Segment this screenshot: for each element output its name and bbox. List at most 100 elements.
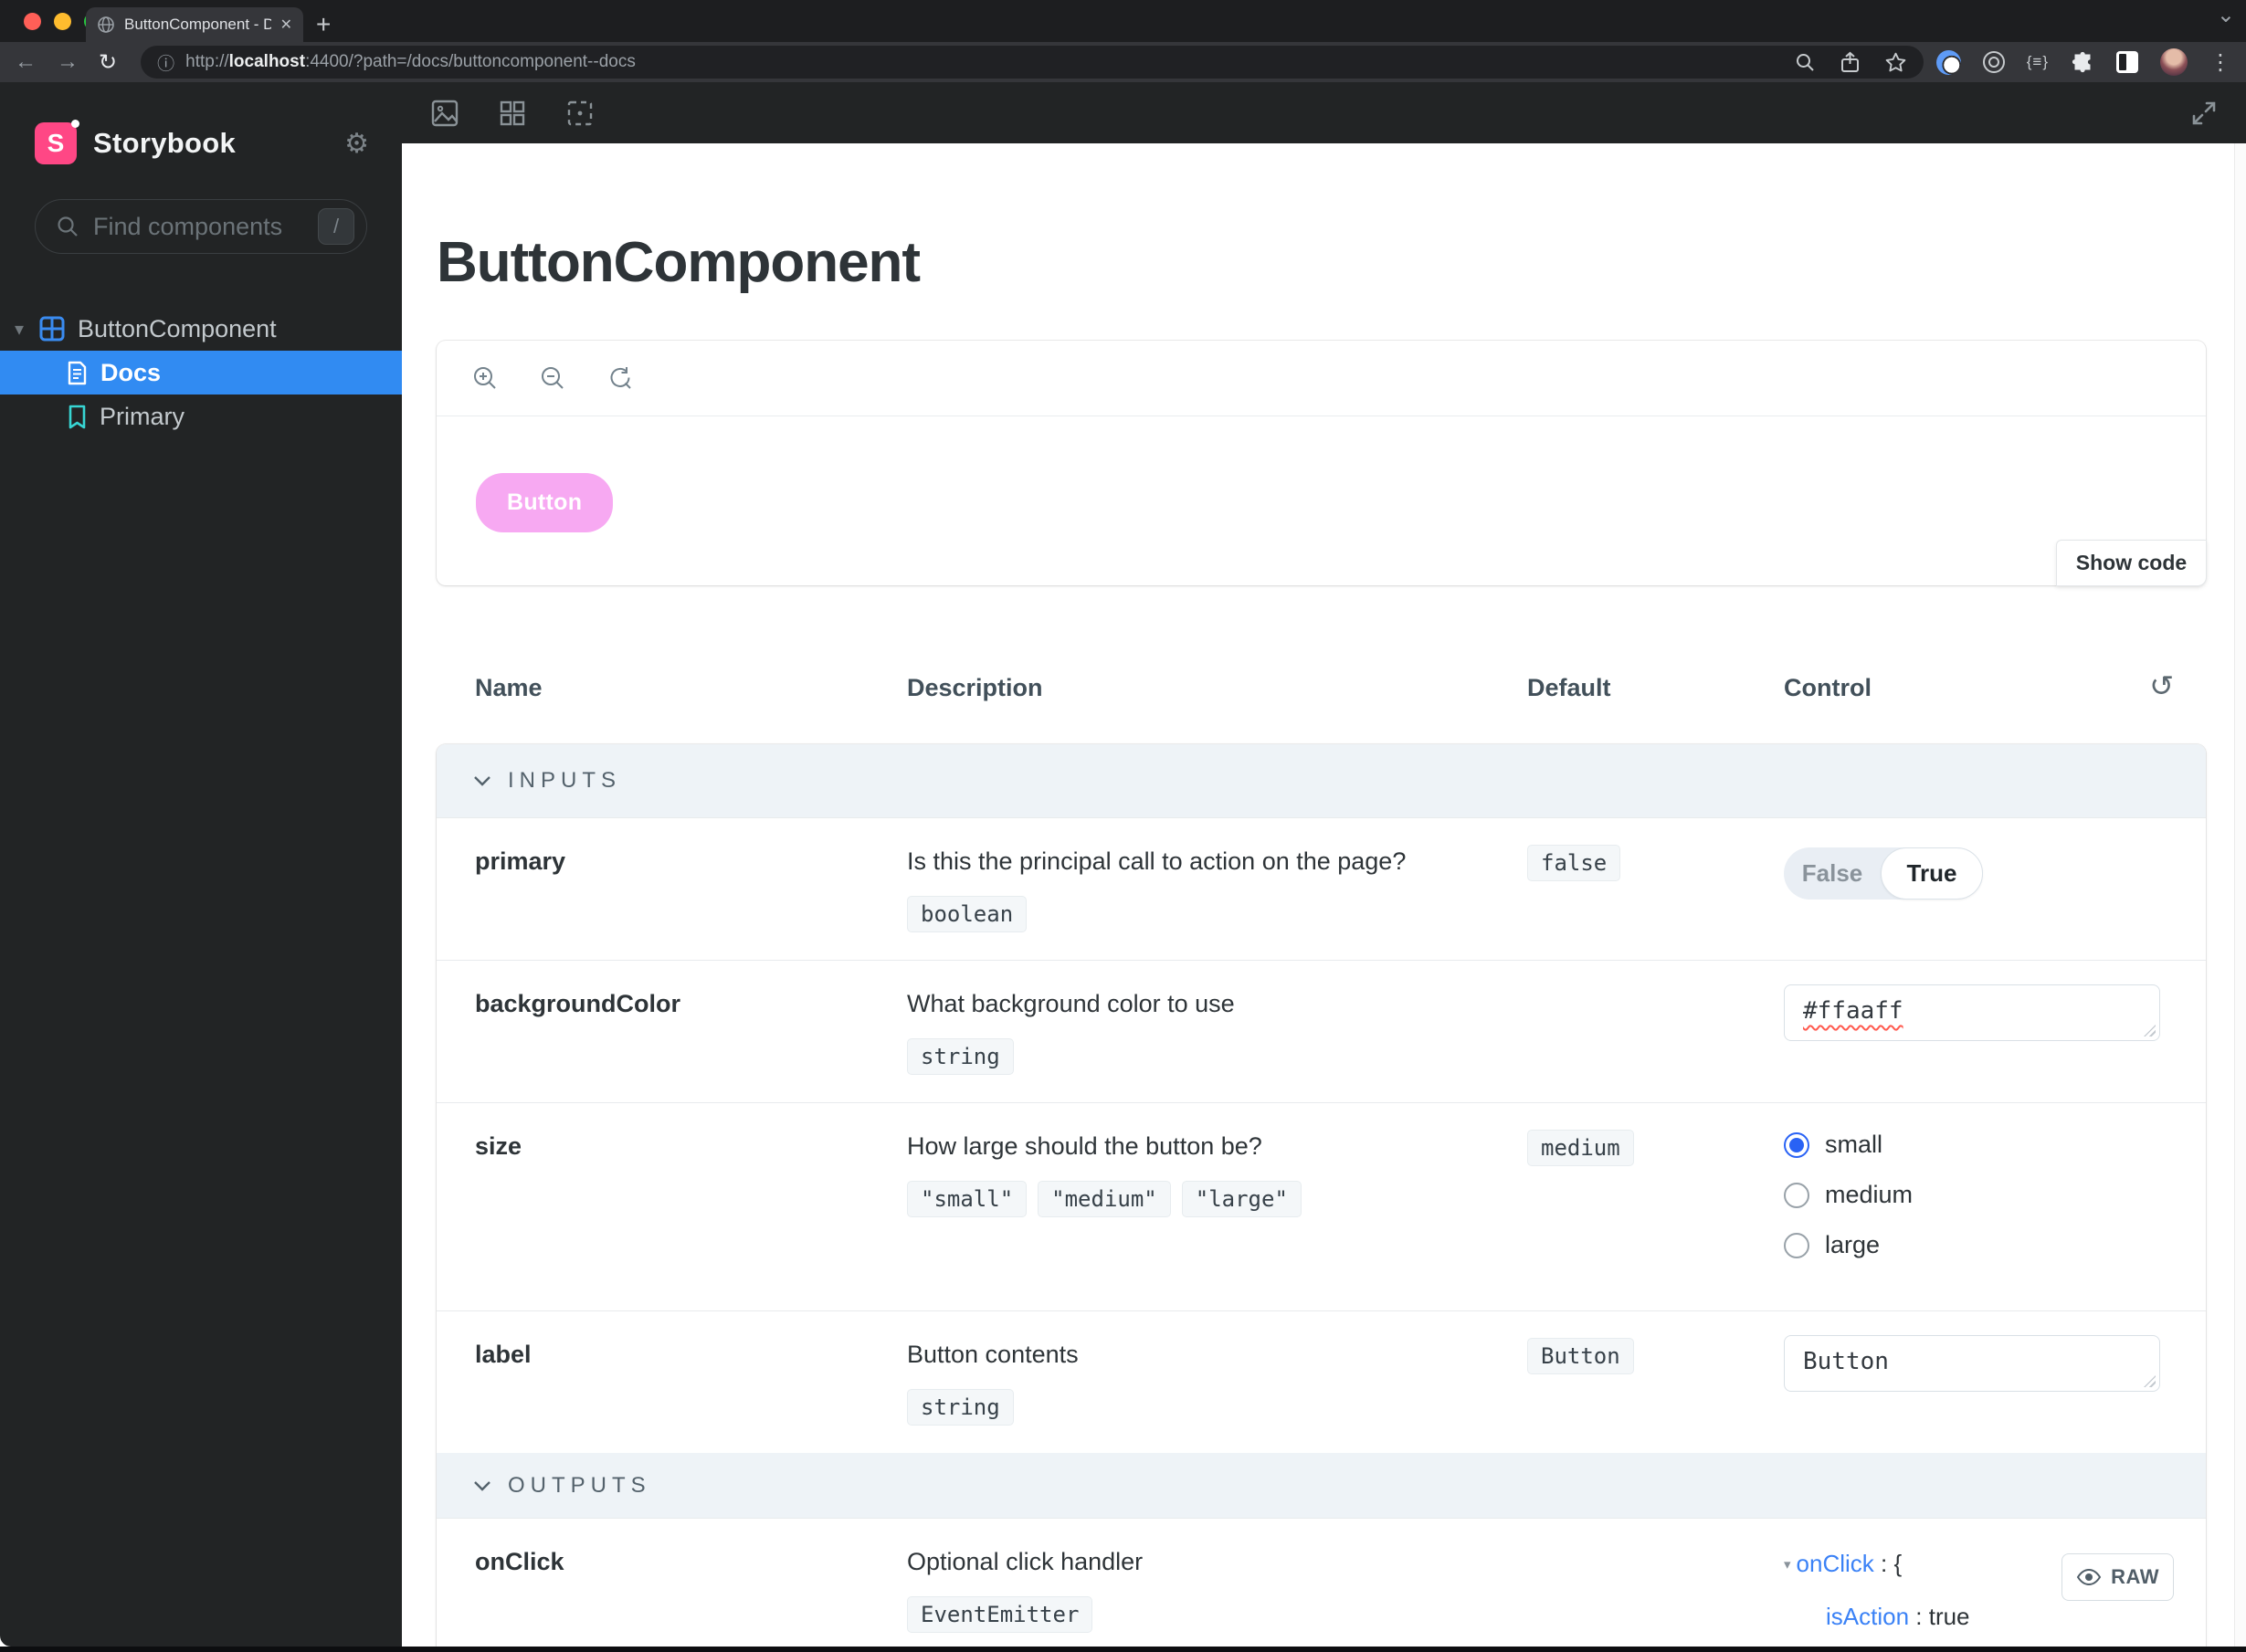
table-row-backgroundcolor: backgroundColor What background color to… xyxy=(437,960,2206,1102)
tab-search-chevron-icon[interactable]: ⌄ xyxy=(2217,2,2235,28)
eye-icon xyxy=(2076,1568,2102,1586)
section-outputs[interactable]: OUTPUTS xyxy=(437,1453,2206,1518)
preview-button[interactable]: Button xyxy=(476,473,614,532)
image-tool-icon[interactable] xyxy=(429,98,460,129)
default-chip: Button xyxy=(1527,1338,1634,1374)
site-info-icon[interactable]: ⓘ xyxy=(157,50,174,75)
zoom-reset-icon[interactable] xyxy=(606,364,634,392)
zoom-in-icon[interactable] xyxy=(471,364,499,392)
new-tab-button[interactable]: + xyxy=(316,7,331,42)
radio-option-medium[interactable]: medium xyxy=(1784,1181,2188,1209)
story-tree: ▾ ButtonComponent Docs Primary xyxy=(0,307,402,438)
storybook-app: S Storybook ⚙ Find components / ▾ Button… xyxy=(0,82,2246,1647)
reset-controls-icon[interactable]: ↺ xyxy=(2149,668,2174,703)
tab-close-icon[interactable]: ✕ xyxy=(280,16,292,34)
expander-caret-icon[interactable]: ▾ xyxy=(15,318,37,341)
measure-tool-icon[interactable] xyxy=(564,98,596,129)
browser-tab[interactable]: ButtonComponent - Docs · St ✕ xyxy=(86,7,303,42)
browser-menu-icon[interactable]: ⋮ xyxy=(2209,49,2231,76)
radio-icon[interactable] xyxy=(1784,1232,1809,1258)
window-close-button[interactable] xyxy=(24,13,41,30)
canvas-toolbar xyxy=(402,82,2246,143)
page-title: ButtonComponent xyxy=(437,231,921,294)
radio-label: large xyxy=(1825,1231,1881,1258)
type-option-chip: "large" xyxy=(1181,1181,1302,1217)
label-input[interactable]: Button xyxy=(1784,1335,2160,1392)
globe-favicon-icon xyxy=(98,16,114,33)
brand-title: Storybook xyxy=(93,127,236,159)
section-label: OUTPUTS xyxy=(508,1472,651,1498)
scrollbar[interactable] xyxy=(2234,143,2246,1647)
puzzle-extensions-icon[interactable] xyxy=(2071,50,2094,74)
tab-title: ButtonComponent - Docs · St xyxy=(124,16,271,33)
default-chip: false xyxy=(1527,845,1621,881)
window-bottom-edge xyxy=(0,1647,2246,1652)
section-inputs[interactable]: INPUTS xyxy=(437,744,2206,817)
braces-extension-icon[interactable]: {≡} xyxy=(2027,53,2049,71)
column-header-default: Default xyxy=(1527,674,1611,701)
backgroundcolor-input[interactable]: #ffaaff xyxy=(1784,984,2160,1041)
toggle-true-label[interactable]: True xyxy=(1881,847,1983,900)
table-row-onclick: onClick Optional click handler EventEmit… xyxy=(437,1518,2206,1647)
sidebar-item-docs[interactable]: Docs xyxy=(0,351,402,395)
docs-canvas: ButtonComponent Button Show code Name De… xyxy=(402,143,2246,1647)
bookmark-star-icon[interactable] xyxy=(1884,51,1907,74)
table-row-primary: primary Is this the principal call to ac… xyxy=(437,817,2206,960)
story-preview-panel: Button Show code xyxy=(437,341,2207,586)
table-row-size: size How large should the button be? "sm… xyxy=(437,1102,2206,1310)
window-minimize-button[interactable] xyxy=(54,13,71,30)
arg-description: Button contents xyxy=(907,1341,1079,1368)
extension-icons: {≡} ⋮ xyxy=(1935,48,2231,76)
arg-name: label xyxy=(475,1341,532,1368)
raw-toggle-button[interactable]: RAW xyxy=(2061,1553,2174,1601)
search-icon xyxy=(58,216,78,237)
column-header-description: Description xyxy=(907,674,1043,701)
radio-option-large[interactable]: large xyxy=(1784,1231,2188,1259)
back-icon[interactable]: ← xyxy=(15,49,37,75)
chevron-down-icon xyxy=(474,776,490,786)
grid-tool-icon[interactable] xyxy=(497,98,528,129)
raw-label: RAW xyxy=(2111,1565,2159,1588)
tree-caret-icon[interactable]: ▾ xyxy=(1784,1557,1791,1573)
sidebar-toggle-icon[interactable] xyxy=(2116,51,2138,73)
url-text: http://localhost:4400/?path=/docs/button… xyxy=(185,52,636,71)
sidebar-item-label: ButtonComponent xyxy=(78,314,277,342)
reload-icon[interactable]: ↻ xyxy=(99,49,117,76)
type-chip: EventEmitter xyxy=(907,1596,1093,1633)
radio-icon[interactable] xyxy=(1784,1131,1809,1158)
arg-name: primary xyxy=(475,847,566,875)
clock-extension-icon[interactable] xyxy=(1935,49,1961,75)
zoom-page-icon[interactable] xyxy=(1795,52,1816,73)
component-icon xyxy=(39,316,65,342)
address-bar[interactable]: ⓘ http://localhost:4400/?path=/docs/butt… xyxy=(141,46,1924,79)
arg-name: onClick xyxy=(475,1548,564,1575)
argstable-header: Name Description Default Control ↺ xyxy=(437,669,2206,702)
share-icon[interactable] xyxy=(1840,51,1861,74)
main-area: ButtonComponent Button Show code Name De… xyxy=(402,82,2246,1647)
bookmark-icon xyxy=(69,405,86,428)
toggle-false-label[interactable]: False xyxy=(1784,847,1881,900)
column-header-name: Name xyxy=(475,674,543,701)
arg-description: Optional click handler xyxy=(907,1548,1144,1575)
document-icon xyxy=(68,361,87,384)
search-input[interactable]: Find components / xyxy=(35,199,367,254)
type-chip: boolean xyxy=(907,896,1028,932)
forward-icon[interactable]: → xyxy=(57,49,79,75)
type-option-chip: "small" xyxy=(907,1181,1028,1217)
rings-extension-icon[interactable] xyxy=(1982,51,2005,73)
boolean-toggle[interactable]: False True xyxy=(1784,847,1983,900)
show-code-button[interactable]: Show code xyxy=(2056,540,2207,586)
profile-avatar[interactable] xyxy=(2160,48,2188,76)
gear-icon[interactable]: ⚙ xyxy=(344,128,369,160)
zoom-out-icon[interactable] xyxy=(539,364,566,392)
fullscreen-icon[interactable] xyxy=(2189,99,2219,128)
sidebar-item-buttoncomponent[interactable]: ▾ ButtonComponent xyxy=(0,307,402,351)
arg-description: Is this the principal call to action on … xyxy=(907,847,1407,875)
preview-toolbar xyxy=(437,341,2206,416)
default-chip: medium xyxy=(1527,1130,1634,1166)
type-chip: string xyxy=(907,1038,1014,1075)
radio-option-small[interactable]: small xyxy=(1784,1131,2188,1159)
sidebar-item-primary[interactable]: Primary xyxy=(0,395,402,438)
radio-icon[interactable] xyxy=(1784,1182,1809,1208)
section-label: INPUTS xyxy=(508,768,622,793)
